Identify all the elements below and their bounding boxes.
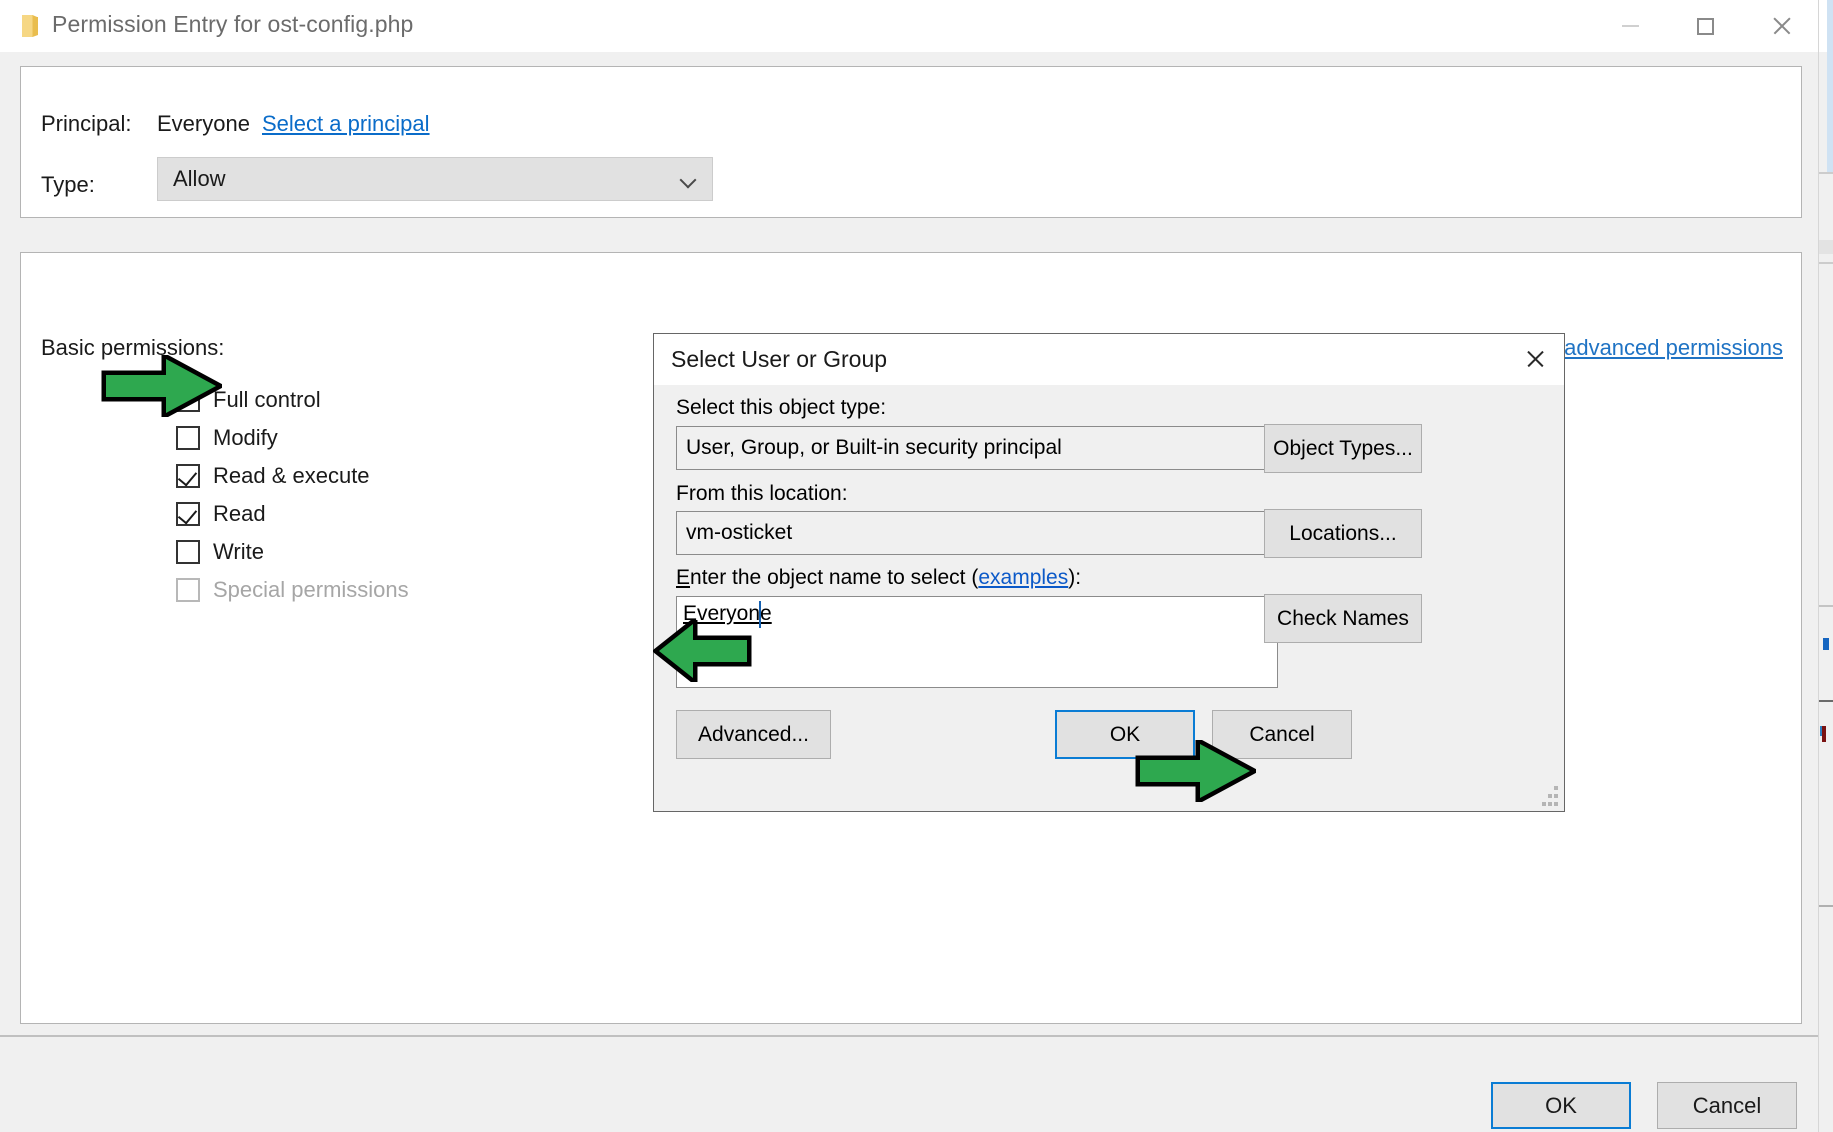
permission-row-full-control[interactable]: Full control (176, 381, 409, 419)
principal-type-panel: Principal: Everyone Select a principal T… (20, 66, 1802, 218)
background-window-sliver (1818, 0, 1833, 1132)
window-title: Permission Entry for ost-config.php (52, 11, 414, 37)
maximize-icon (1697, 17, 1714, 35)
basic-permissions-list: Full control Modify Read & execute Read … (176, 381, 409, 609)
basic-permissions-label: Basic permissions: (41, 335, 225, 360)
permission-label: Full control (213, 387, 321, 412)
chevron-down-icon (679, 171, 697, 189)
object-name-label-post: ): (1068, 566, 1082, 589)
object-type-value: User, Group, or Built-in security princi… (686, 436, 1062, 459)
checkbox-modify[interactable] (176, 426, 200, 450)
principal-label: Principal: (41, 111, 132, 136)
object-type-label: Select this object type: (676, 396, 887, 419)
permission-label: Special permissions (213, 577, 409, 602)
advanced-button[interactable]: Advanced... (676, 710, 831, 759)
permission-label: Read & execute (213, 463, 370, 488)
principal-value: Everyone (157, 111, 250, 136)
select-a-principal-link[interactable]: Select a principal (262, 111, 430, 137)
check-names-button[interactable]: Check Names (1264, 594, 1422, 643)
object-name-label-pre: nter the object name to select ( (690, 566, 979, 589)
permission-row-read[interactable]: Read (176, 495, 409, 533)
maximize-button[interactable] (1668, 0, 1743, 52)
checkbox-full-control[interactable] (176, 388, 200, 412)
object-types-button[interactable]: Object Types... (1264, 424, 1422, 473)
ok-button[interactable]: OK (1491, 1082, 1631, 1129)
checkbox-write[interactable] (176, 540, 200, 564)
dialog-close-button[interactable] (1512, 338, 1558, 380)
location-field: vm-osticket (676, 511, 1278, 555)
text-caret (759, 601, 761, 628)
footer-divider (0, 1035, 1818, 1037)
folder-icon (22, 15, 38, 37)
minimize-icon (1622, 25, 1639, 27)
permission-label: Modify (213, 425, 278, 450)
dialog-titlebar: Select User or Group (654, 334, 1564, 385)
permission-row-modify[interactable]: Modify (176, 419, 409, 457)
cancel-button[interactable]: Cancel (1657, 1082, 1797, 1129)
permission-row-read-execute[interactable]: Read & execute (176, 457, 409, 495)
checkbox-read-execute[interactable] (176, 464, 200, 488)
location-label: From this location: (676, 482, 848, 505)
permission-row-special-permissions: Special permissions (176, 571, 409, 609)
location-value: vm-osticket (686, 521, 793, 544)
type-label: Type: (41, 172, 95, 197)
checkbox-special-permissions (176, 578, 200, 602)
type-dropdown-value: Allow (173, 166, 226, 191)
permission-label: Read (213, 501, 266, 526)
dialog-body: Select this object type: User, Group, or… (654, 385, 1564, 811)
type-dropdown[interactable]: Allow (157, 157, 713, 201)
locations-button[interactable]: Locations... (1264, 509, 1422, 558)
close-icon (1525, 349, 1545, 369)
checkbox-read[interactable] (176, 502, 200, 526)
object-name-label: Enter the object name to select (example… (676, 566, 1081, 590)
select-user-or-group-dialog: Select User or Group Select this object … (653, 333, 1565, 812)
permission-label: Write (213, 539, 264, 564)
examples-link[interactable]: examples (978, 566, 1068, 589)
dialog-cancel-button[interactable]: Cancel (1212, 710, 1352, 759)
dialog-title: Select User or Group (671, 346, 888, 372)
window-titlebar: Permission Entry for ost-config.php (0, 0, 1818, 52)
permission-row-write[interactable]: Write (176, 533, 409, 571)
dialog-ok-button[interactable]: OK (1055, 710, 1195, 759)
window-controls (1593, 0, 1818, 52)
minimize-button[interactable] (1593, 0, 1668, 52)
resize-grip[interactable] (1542, 786, 1558, 806)
close-button[interactable] (1743, 0, 1818, 52)
object-type-field: User, Group, or Built-in security princi… (676, 426, 1278, 470)
object-name-input[interactable]: Everyone (676, 596, 1278, 688)
object-name-accel: E (676, 566, 691, 589)
app-root: Permission Entry for ost-config.php Prin… (0, 0, 1833, 1132)
close-icon (1771, 16, 1791, 36)
